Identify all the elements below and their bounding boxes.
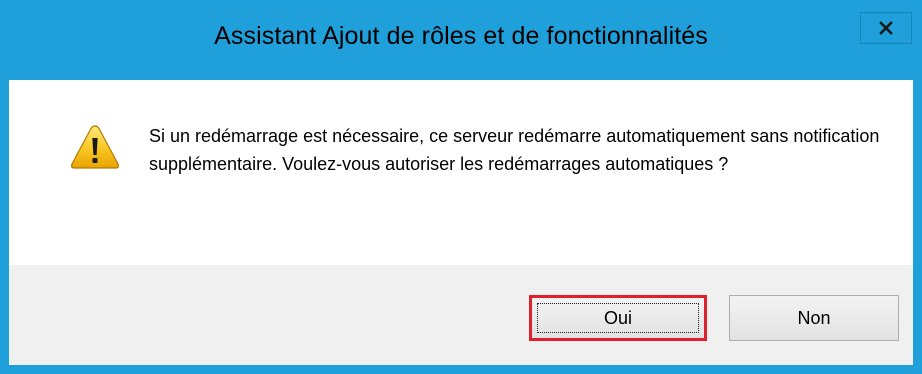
window-title: Assistant Ajout de rôles et de fonctionn… <box>214 22 708 50</box>
title-bar[interactable]: Assistant Ajout de rôles et de fonctionn… <box>0 0 922 80</box>
button-bar: Oui Non <box>9 265 913 365</box>
dialog-window: Assistant Ajout de rôles et de fonctionn… <box>0 0 922 374</box>
no-button[interactable]: Non <box>729 295 899 341</box>
dialog-message: Si un redémarrage est nécessaire, ce ser… <box>149 126 880 174</box>
close-button[interactable] <box>860 12 912 44</box>
close-icon <box>879 21 893 35</box>
yes-button[interactable]: Oui <box>529 295 707 341</box>
no-button-label: Non <box>797 307 831 328</box>
window-bottom-border <box>0 365 922 374</box>
dialog-content: Si un redémarrage est nécessaire, ce ser… <box>9 80 913 265</box>
warning-icon <box>70 125 120 169</box>
focus-indicator <box>537 303 699 333</box>
